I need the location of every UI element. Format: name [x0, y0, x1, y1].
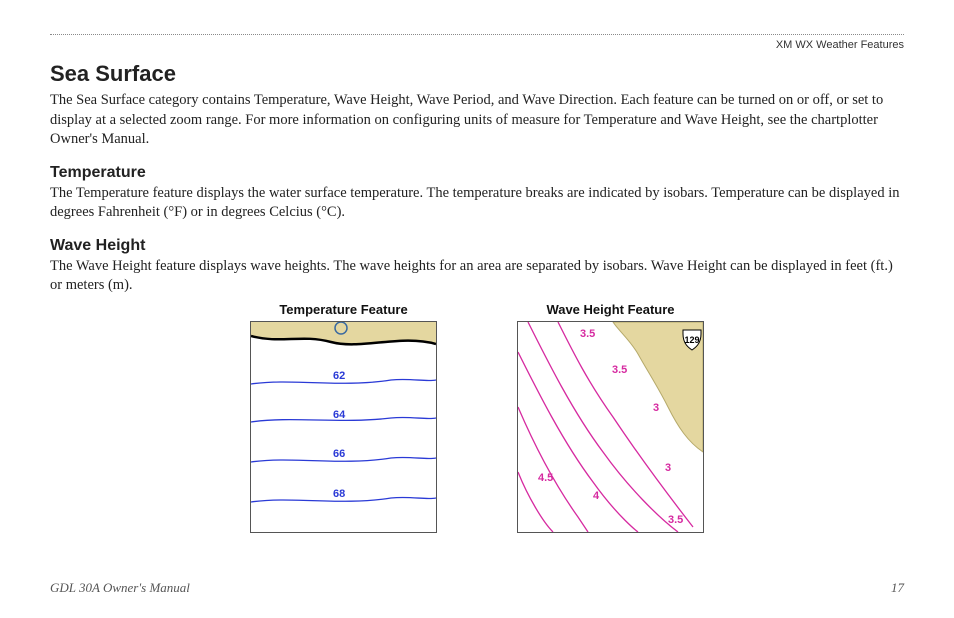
wave-isobar-label: 3 [665, 462, 671, 474]
wave-height-map-svg: 129 [518, 322, 703, 532]
intro-paragraph: The Sea Surface category contains Temper… [50, 91, 904, 150]
temperature-isobar-label: 68 [333, 488, 345, 500]
temperature-isobar-label: 62 [333, 370, 345, 382]
heading-temperature: Temperature [50, 164, 904, 182]
wave-isobar-label: 3.5 [668, 514, 683, 526]
figure-row: Temperature Feature 62 64 66 68 [50, 302, 904, 533]
figure-wave-height: Wave Height Feature 129 [517, 302, 704, 533]
footer-page-number: 17 [891, 580, 904, 596]
header-rule [50, 34, 904, 35]
temperature-map: 62 64 66 68 [250, 321, 437, 533]
section-breadcrumb: XM WX Weather Features [50, 39, 904, 51]
wave-isobar-label: 4 [593, 490, 599, 502]
body-wave-height: The Wave Height feature displays wave he… [50, 257, 904, 296]
body-temperature: The Temperature feature displays the wat… [50, 184, 904, 223]
page-title: Sea Surface [50, 61, 904, 87]
page-footer: GDL 30A Owner's Manual 17 [50, 580, 904, 596]
page: XM WX Weather Features Sea Surface The S… [0, 0, 954, 618]
figure-temperature: Temperature Feature 62 64 66 68 [250, 302, 437, 533]
wave-isobar-label: 3.5 [580, 328, 595, 340]
figure-temperature-title: Temperature Feature [279, 302, 407, 317]
figure-wave-height-title: Wave Height Feature [546, 302, 674, 317]
temperature-isobar-label: 66 [333, 448, 345, 460]
road-shield-label: 129 [684, 335, 699, 345]
wave-height-map: 129 3.5 3.5 3 4.5 4 3 3.5 [517, 321, 704, 533]
wave-isobar-label: 4.5 [538, 472, 553, 484]
footer-manual-name: GDL 30A Owner's Manual [50, 580, 190, 596]
temperature-map-svg [251, 322, 436, 532]
temperature-isobar-label: 64 [333, 409, 345, 421]
wave-isobar-label: 3.5 [612, 364, 627, 376]
wave-isobar-label: 3 [653, 402, 659, 414]
heading-wave-height: Wave Height [50, 237, 904, 255]
